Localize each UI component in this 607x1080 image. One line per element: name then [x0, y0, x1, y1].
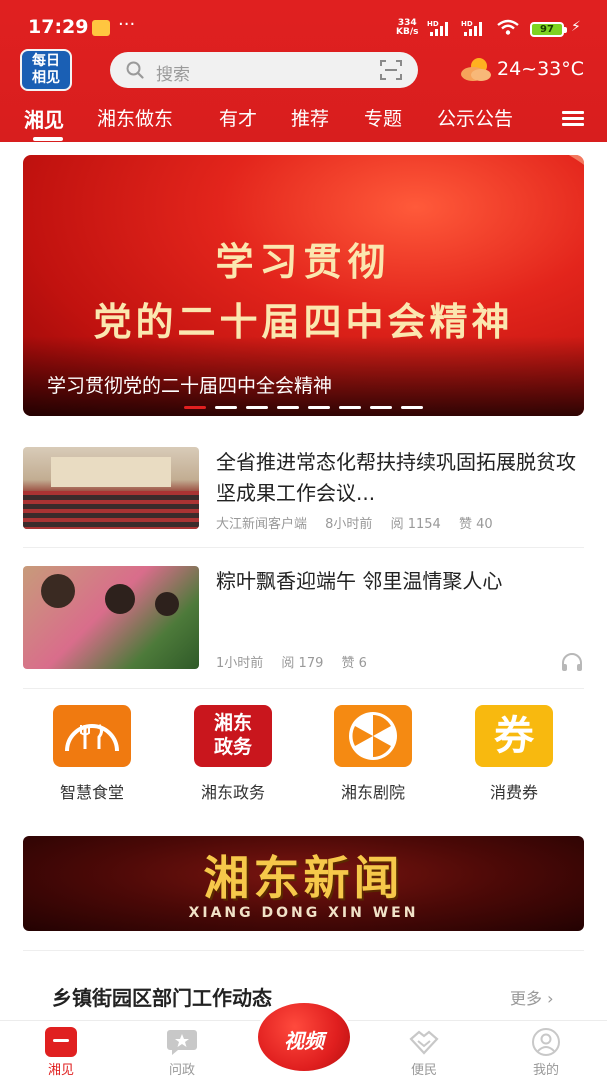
- weather-temperature: 24~33°C: [497, 58, 585, 80]
- carousel-dot-active[interactable]: [184, 406, 206, 409]
- search-input[interactable]: 搜索: [110, 52, 418, 88]
- charging-icon: ⚡: [571, 19, 581, 35]
- wifi-icon: [497, 19, 519, 35]
- quick-link-canteen[interactable]: 智慧食堂: [42, 705, 142, 803]
- app-header: 17:29 ··· 334 KB/s HD HD 97 ⚡ 每日 相见 搜索 2…: [0, 0, 607, 142]
- search-icon: [126, 61, 144, 79]
- quick-link-label: 湘东剧院: [340, 783, 405, 802]
- bottom-nav-label: 湘见: [47, 1063, 74, 1078]
- coupon-icon-text: 券: [494, 713, 534, 759]
- category-tabs: 湘见 湘东做东 有才 推荐 专题 公示公告: [0, 104, 607, 142]
- bottom-nav-profile[interactable]: 我的: [506, 1021, 586, 1078]
- theater-icon: [334, 705, 412, 767]
- bottom-nav-home[interactable]: 湘见: [21, 1021, 101, 1078]
- carousel-dot[interactable]: [339, 406, 361, 409]
- star-bubble-icon: [167, 1030, 197, 1055]
- banner-headline-line-1: 学习贯彻: [215, 239, 392, 284]
- news-title: 全省推进常态化帮扶持续巩固拓展脱贫攻坚成果工作会议...: [216, 450, 576, 505]
- carousel-dot[interactable]: [246, 406, 268, 409]
- carousel-dot[interactable]: [308, 406, 330, 409]
- quick-link-label: 消费券: [489, 783, 538, 802]
- status-time: 17:29: [28, 16, 89, 38]
- carousel-indicator: [184, 406, 424, 410]
- more-label: 更多: [510, 989, 543, 1008]
- government-icon-text-2: 政务: [213, 736, 252, 758]
- divider: [23, 547, 584, 548]
- tab-announcements[interactable]: 公示公告: [437, 104, 513, 131]
- quick-link-government[interactable]: 湘东 政务 湘东政务: [183, 705, 283, 803]
- quick-link-label: 智慧食堂: [59, 783, 124, 802]
- scan-icon[interactable]: [380, 60, 402, 80]
- section-more-link[interactable]: 更多 ›: [510, 985, 554, 1009]
- section-title: 乡镇街园区部门工作动态: [52, 986, 272, 1010]
- news-likes: 赞 40: [458, 517, 493, 532]
- video-button-label: 视频: [284, 1029, 324, 1053]
- news-reads: 阅 179: [281, 656, 324, 671]
- logo-line-2: 相见: [32, 70, 60, 86]
- coupon-icon: 券: [475, 705, 553, 767]
- headline-banner[interactable]: 学习贯彻 党的二十届四中会精神 学习贯彻党的二十届四中全会精神: [23, 155, 584, 416]
- app-logo[interactable]: 每日 相见: [20, 49, 72, 91]
- menu-icon[interactable]: [562, 111, 584, 127]
- bottom-nav-services[interactable]: 便民: [384, 1021, 464, 1078]
- government-icon: 湘东 政务: [194, 705, 272, 767]
- video-button[interactable]: 视频: [255, 1000, 353, 1074]
- news-time: 1小时前: [216, 656, 264, 671]
- network-speed: 334 KB/s: [396, 19, 418, 37]
- carousel-dot[interactable]: [401, 406, 423, 409]
- xiangdong-news-banner[interactable]: 湘东新闻 XIANG DONG XIN WEN: [23, 836, 584, 931]
- logo-line-1: 每日: [32, 53, 60, 69]
- news-time: 8小时前: [325, 517, 373, 532]
- partly-cloudy-icon: [461, 58, 491, 81]
- profile-icon: [532, 1028, 560, 1056]
- battery-icon: 97: [530, 22, 564, 37]
- news-item[interactable]: 粽叶飘香迎端午 邻里温情聚人心 1小时前 阅 179 赞 6: [23, 566, 584, 672]
- carousel-dot[interactable]: [215, 406, 237, 409]
- news-reads: 阅 1154: [390, 517, 441, 532]
- bottom-nav-label: 我的: [532, 1063, 559, 1078]
- home-icon: [45, 1027, 77, 1057]
- carousel-dot[interactable]: [370, 406, 392, 409]
- battery-tip: [564, 27, 567, 33]
- more-notifications-icon: ···: [118, 14, 136, 35]
- status-bar: 17:29 ··· 334 KB/s HD HD 97 ⚡: [0, 0, 607, 44]
- quick-link-theater[interactable]: 湘东剧院: [323, 705, 423, 803]
- signal-icon: [430, 22, 452, 36]
- news-likes: 赞 6: [341, 656, 367, 671]
- canteen-icon: [53, 705, 131, 767]
- chevron-right-icon: ›: [547, 989, 554, 1008]
- notification-app-icon: [92, 20, 110, 36]
- handshake-icon: [409, 1030, 439, 1055]
- divider: [23, 688, 584, 689]
- active-tab-indicator: [33, 137, 63, 141]
- divider: [23, 950, 584, 951]
- tab-recommend[interactable]: 推荐: [291, 104, 329, 131]
- news-thumbnail-dragon-boat: [23, 566, 199, 669]
- news-item[interactable]: 全省推进常态化帮扶持续巩固拓展脱贫攻坚成果工作会议... 大江新闻客户端 8小时…: [23, 447, 584, 537]
- government-icon-text-1: 湘东: [213, 712, 252, 734]
- bottom-nav-label: 便民: [410, 1063, 437, 1078]
- search-placeholder: 搜索: [156, 65, 190, 85]
- news-meta: 1小时前 阅 179 赞 6: [216, 652, 381, 671]
- banner-caption: 学习贯彻党的二十届四中全会精神: [47, 375, 333, 397]
- network-speed-unit: KB/s: [396, 27, 419, 37]
- news-banner-title: 湘东新闻: [203, 851, 404, 905]
- news-banner-subtitle: XIANG DONG XIN WEN: [188, 905, 419, 921]
- headphone-icon[interactable]: [560, 652, 584, 672]
- news-thumbnail-meeting-hall: [23, 447, 199, 529]
- quick-link-coupon[interactable]: 券 消费券: [464, 705, 564, 803]
- quick-link-label: 湘东政务: [200, 783, 265, 802]
- bottom-nav-wenzheng[interactable]: 问政: [142, 1021, 222, 1078]
- news-meta: 大江新闻客户端 8小时前 阅 1154 赞 40: [216, 513, 507, 532]
- carousel-dot[interactable]: [277, 406, 299, 409]
- tab-xiangjian[interactable]: 湘见: [24, 104, 64, 133]
- tab-xiangdong-zuodong[interactable]: 湘东做东: [97, 104, 173, 131]
- signal-icon-2: [464, 22, 486, 36]
- bottom-nav-label: 问政: [168, 1063, 195, 1078]
- tab-youcai[interactable]: 有才: [219, 104, 257, 131]
- tab-topics[interactable]: 专题: [364, 104, 402, 131]
- news-title: 粽叶飘香迎端午 邻里温情聚人心: [216, 569, 503, 593]
- news-source: 大江新闻客户端: [216, 517, 308, 532]
